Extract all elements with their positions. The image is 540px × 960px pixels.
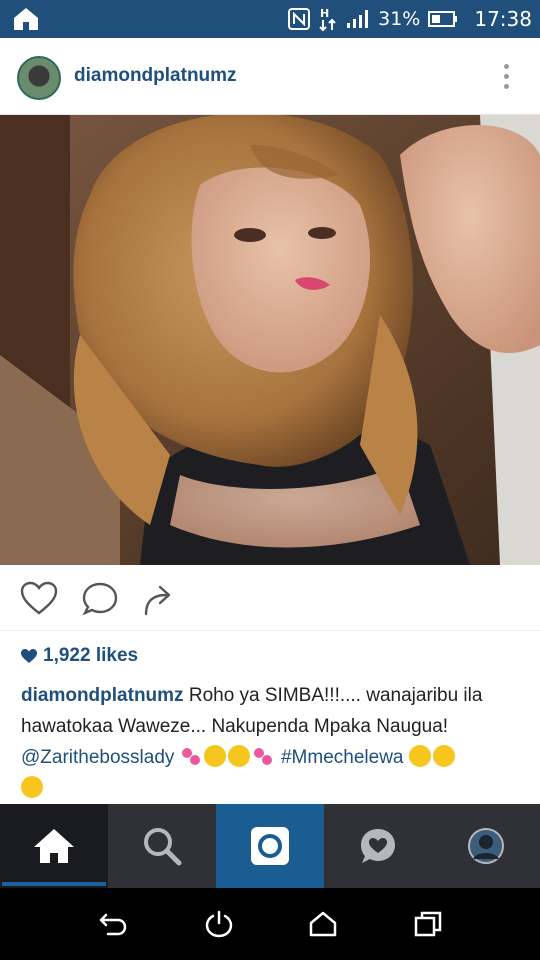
sparkling-hearts-emoji bbox=[252, 745, 274, 767]
caption-hashtag[interactable]: #Mmechelewa bbox=[281, 747, 404, 768]
battery-icon bbox=[428, 11, 458, 27]
clock: 17:38 bbox=[474, 7, 532, 31]
comment-icon[interactable] bbox=[81, 581, 119, 617]
tab-profile[interactable] bbox=[432, 804, 540, 888]
home-icon bbox=[34, 829, 74, 863]
system-nav-bar bbox=[0, 888, 540, 960]
post-actions bbox=[0, 565, 540, 631]
avatar[interactable] bbox=[17, 56, 61, 100]
nfc-icon bbox=[288, 8, 311, 30]
photo-image bbox=[0, 115, 540, 565]
heart-filled-icon bbox=[21, 648, 37, 663]
svg-text:H: H bbox=[320, 7, 329, 20]
post-caption: diamondplatnumz Roho ya SIMBA!!!.... wan… bbox=[21, 680, 526, 804]
caption-mention[interactable]: @Zarithebosslady bbox=[21, 747, 174, 768]
home-icon bbox=[14, 8, 38, 30]
status-indicators: H 31% 17:38 bbox=[288, 0, 532, 38]
power-icon[interactable] bbox=[205, 910, 233, 938]
tab-activity[interactable] bbox=[324, 804, 432, 888]
data-arrows-icon: H bbox=[319, 7, 336, 32]
tongue-face-emoji bbox=[21, 776, 43, 798]
search-icon bbox=[144, 828, 182, 866]
likes-row[interactable]: 1,922 likes bbox=[21, 645, 138, 667]
sparkling-hearts-emoji bbox=[180, 745, 202, 767]
home-outline-icon[interactable] bbox=[309, 911, 337, 937]
post-photo[interactable] bbox=[0, 115, 540, 565]
camera-icon bbox=[251, 827, 289, 865]
profile-icon bbox=[468, 828, 504, 864]
kissing-face-emoji bbox=[227, 745, 250, 767]
back-icon[interactable] bbox=[98, 911, 128, 937]
post-username[interactable]: diamondplatnumz bbox=[74, 65, 237, 87]
heart-icon[interactable] bbox=[20, 581, 58, 617]
kissing-face-emoji bbox=[203, 745, 226, 767]
bottom-tab-bar bbox=[0, 804, 540, 888]
caption-username[interactable]: diamondplatnumz bbox=[21, 685, 184, 706]
signal-icon bbox=[347, 10, 369, 28]
share-icon[interactable] bbox=[141, 581, 179, 617]
tab-camera[interactable] bbox=[216, 804, 324, 888]
battery-percent: 31% bbox=[378, 8, 421, 30]
post-header: diamondplatnumz bbox=[0, 38, 540, 115]
tongue-face-emoji bbox=[408, 745, 431, 767]
tab-search[interactable] bbox=[108, 804, 216, 888]
tab-home[interactable] bbox=[0, 804, 108, 888]
more-options-icon[interactable] bbox=[502, 64, 510, 90]
recents-icon[interactable] bbox=[414, 911, 442, 937]
squinting-tongue-emoji bbox=[432, 745, 455, 767]
activity-icon bbox=[361, 829, 395, 863]
likes-count: 1,922 likes bbox=[43, 645, 139, 666]
status-bar: H 31% 17:38 bbox=[0, 0, 540, 38]
